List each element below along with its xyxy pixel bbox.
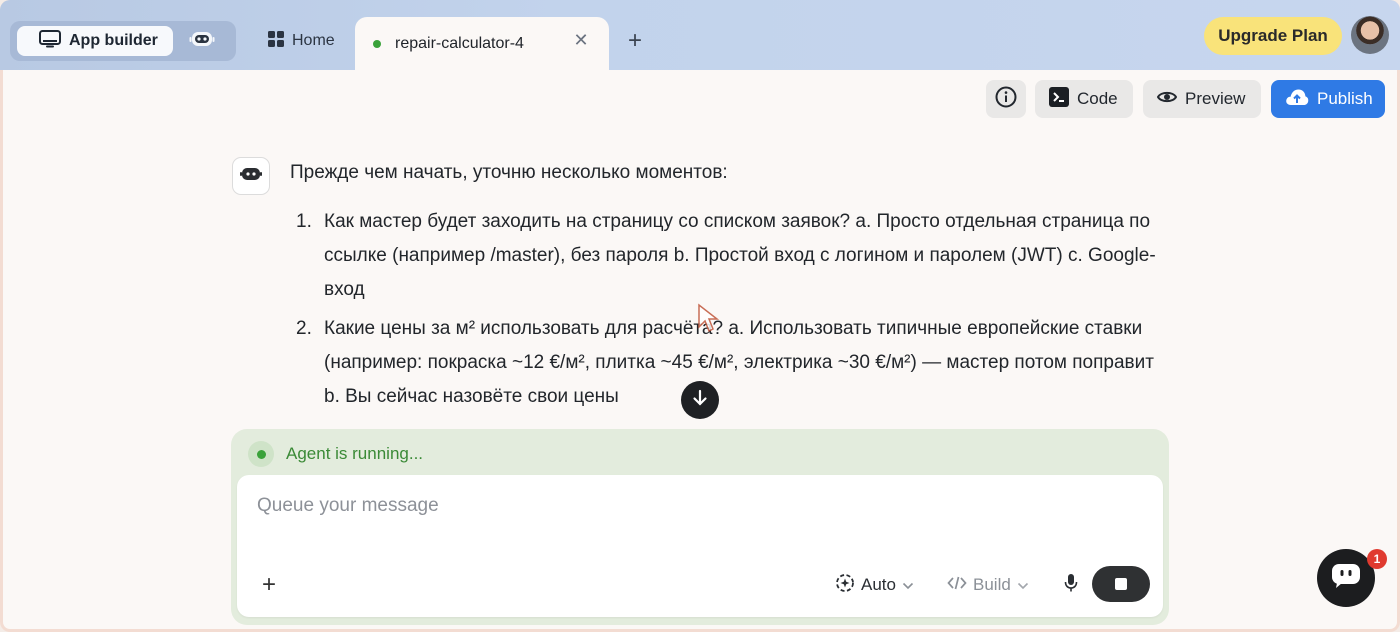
- list-item: 2. Какие цены за м² использовать для рас…: [296, 312, 1156, 414]
- list-item-text: Как мастер будет заходить на страницу со…: [324, 211, 1156, 300]
- stop-icon: [1115, 578, 1127, 590]
- agent-avatar: [232, 157, 270, 195]
- avatar[interactable]: [1351, 16, 1389, 54]
- build-label: Build: [973, 575, 1011, 594]
- app-window: App builder Home repair-calculator-4 ✕ +…: [0, 0, 1400, 632]
- mode-switch: App builder: [10, 21, 236, 61]
- robot-icon: [189, 29, 215, 54]
- info-icon: [995, 86, 1017, 113]
- chevron-down-icon: [1017, 575, 1029, 595]
- arrow-down-icon: [691, 389, 709, 412]
- list-item-text: Какие цены за м² использовать для расчёт…: [324, 318, 1154, 407]
- top-bar: App builder Home repair-calculator-4 ✕ +…: [0, 0, 1400, 70]
- tab-home[interactable]: Home: [254, 24, 349, 58]
- upgrade-plan-button[interactable]: Upgrade Plan: [1204, 17, 1342, 55]
- app-builder-label: App builder: [69, 32, 158, 49]
- cloud-upload-icon: [1285, 88, 1309, 111]
- message-intro: Прежде чем начать, уточню несколько моме…: [290, 162, 728, 183]
- composer: + Auto Build: [237, 475, 1163, 617]
- mouse-cursor-icon: [698, 303, 720, 333]
- tab-status-dot: [373, 39, 381, 48]
- monitor-icon: [39, 29, 61, 53]
- tab-active-label: repair-calculator-4: [395, 34, 524, 52]
- build-mode-select[interactable]: Build: [947, 571, 1029, 599]
- code-label: Code: [1077, 89, 1118, 108]
- close-icon[interactable]: ✕: [571, 30, 591, 50]
- app-builder-button[interactable]: App builder: [17, 26, 173, 56]
- grid-icon: [268, 30, 284, 52]
- tab-home-label: Home: [292, 32, 335, 49]
- sparkle-icon: [835, 573, 855, 598]
- chat-bot-icon: [1331, 563, 1361, 594]
- list-item: 1. Как мастер будет заходить на страницу…: [296, 205, 1156, 307]
- notification-badge: 1: [1367, 549, 1387, 569]
- info-button[interactable]: [986, 80, 1026, 118]
- terminal-icon: [1049, 86, 1069, 112]
- list-item-number: 1.: [296, 211, 312, 232]
- agent-status-text: Agent is running...: [286, 444, 424, 463]
- eye-icon: [1156, 89, 1178, 109]
- preview-label: Preview: [1185, 89, 1246, 108]
- robot-icon: [240, 166, 262, 187]
- list-item-number: 2.: [296, 318, 312, 339]
- tab-repair-calculator[interactable]: repair-calculator-4 ✕: [355, 17, 609, 70]
- message-input[interactable]: [257, 491, 1137, 521]
- code-button[interactable]: Code: [1035, 80, 1133, 118]
- chevron-down-icon: [902, 575, 914, 595]
- microphone-icon: [1064, 573, 1078, 598]
- publish-button[interactable]: Publish: [1271, 80, 1385, 118]
- plus-icon[interactable]: +: [622, 28, 648, 54]
- auto-model-select[interactable]: Auto: [835, 571, 914, 599]
- question-list: 1. Как мастер будет заходить на страницу…: [296, 205, 1156, 419]
- scroll-down-button[interactable]: [681, 381, 719, 419]
- microphone-button[interactable]: [1061, 573, 1081, 597]
- stop-button[interactable]: [1092, 566, 1150, 602]
- status-dot: [248, 441, 274, 467]
- plus-icon[interactable]: +: [257, 573, 281, 597]
- agent-status: Agent is running...: [248, 440, 423, 468]
- code-brackets-icon: [947, 575, 967, 595]
- publish-label: Publish: [1317, 89, 1373, 108]
- preview-button[interactable]: Preview: [1143, 80, 1261, 118]
- agent-mode-button[interactable]: [188, 30, 216, 52]
- auto-label: Auto: [861, 575, 896, 594]
